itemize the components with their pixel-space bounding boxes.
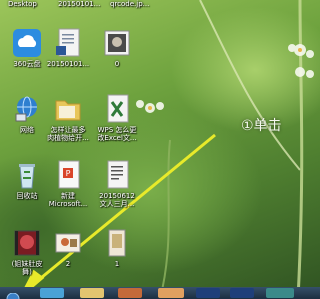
top-label-qrcode: qrcode.jp... (110, 0, 150, 8)
word-doc-icon (53, 28, 83, 58)
desktop-icon-label: 20150101... (46, 60, 90, 68)
desktop-icon-wps-excel[interactable]: WPS 怎么更 改Excel文... (90, 94, 144, 142)
desktop-icon-label: WPS 怎么更 改Excel文... (97, 126, 137, 142)
video-file-icon (12, 228, 42, 258)
text-doc-icon (102, 160, 132, 190)
desktop-icon-label: 0 (114, 60, 120, 68)
svg-text:P: P (66, 169, 71, 178)
taskbar-ie-icon[interactable] (40, 288, 64, 298)
desktop-icon-label: 20150612 文人三月... (99, 192, 135, 208)
desktop-icon-0[interactable]: 0 (90, 28, 144, 68)
desktop-icon-2[interactable]: 2 (41, 228, 95, 268)
desktop-icon-doc-20150101[interactable]: 20150101... (41, 28, 95, 68)
recycle-bin-icon (12, 160, 42, 190)
desktop-icon-label: 新建 Microsoft... (48, 192, 88, 208)
cloud-icon (12, 28, 42, 58)
desktop-icon-new-doc[interactable]: P 新建 Microsoft... (41, 160, 95, 208)
callout-click-step: ①单击 (241, 118, 282, 134)
desktop-icon-label: 2 (65, 260, 71, 268)
desktop-icon-1[interactable]: 1 (90, 228, 144, 268)
desktop-icon-label: 怎样让最多 肉植物给开... (47, 126, 89, 142)
desktop: Desktop 20150101... qrcode.jp... 360云盘 2… (0, 0, 320, 299)
start-orb-icon[interactable] (2, 288, 28, 299)
desktop-icon-folder[interactable]: 怎样让最多 肉植物给开... (41, 94, 95, 142)
taskbar-app-icon[interactable] (266, 288, 294, 298)
image-file-icon (102, 28, 132, 58)
excel-doc-icon (102, 94, 132, 124)
taskbar-app-icon[interactable] (158, 288, 184, 298)
taskbar-photoshop-icon[interactable] (196, 288, 220, 298)
wps-doc-icon: P (53, 160, 83, 190)
folder-icon (53, 94, 83, 124)
image-thumb-icon (102, 228, 132, 258)
image-thumb-icon (53, 228, 83, 258)
network-icon (12, 94, 42, 124)
top-label-doc: 20150101... (58, 0, 101, 8)
top-label-desktop: Desktop (8, 0, 37, 8)
desktop-icon-label: 1 (114, 260, 120, 268)
taskbar-photoshop-icon[interactable] (230, 288, 254, 298)
taskbar (0, 287, 320, 299)
taskbar-app-icon[interactable] (118, 288, 142, 298)
taskbar-folder-icon[interactable] (80, 288, 104, 298)
desktop-icon-doc-20150612[interactable]: 20150612 文人三月... (90, 160, 144, 208)
